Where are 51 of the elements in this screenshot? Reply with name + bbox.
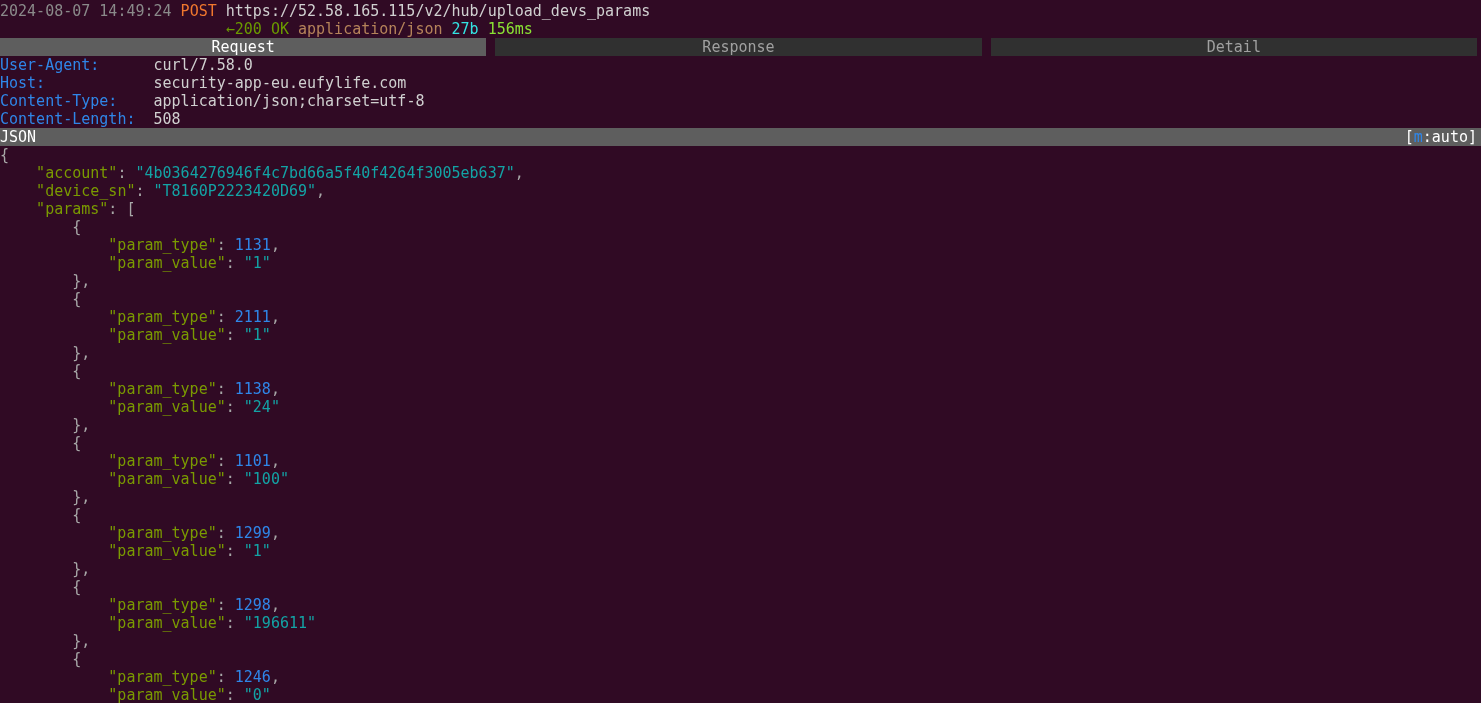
code-line: "param_value": "1"	[108, 254, 271, 272]
code-line: {	[72, 506, 82, 524]
tab[interactable]: Detail	[990, 38, 1477, 56]
code-line: {	[72, 362, 82, 380]
code-line: },	[72, 632, 91, 650]
code-line: "param_value": "0"	[108, 686, 271, 703]
header-value: application/json;charset=utf-8	[153, 92, 425, 110]
timestamp: 2024-08-07 14:49:24	[0, 2, 172, 20]
code-line: },	[72, 272, 91, 290]
code-line: "param_value": "100"	[108, 470, 289, 488]
code-line: "param_type": 1138,	[108, 380, 280, 398]
response-duration: 156ms	[487, 20, 533, 38]
response-status: ←200 OK	[225, 20, 289, 38]
mode-indicator: [m:auto]	[1404, 128, 1477, 146]
code-line: {	[0, 146, 10, 164]
code-line: {	[72, 218, 82, 236]
code-line: },	[72, 560, 91, 578]
header-name: User-Agent:	[0, 56, 101, 74]
header-value: 508	[153, 110, 181, 128]
header-value: curl/7.58.0	[153, 56, 253, 74]
code-line: {	[72, 434, 82, 452]
code-line: "param_value": "1"	[108, 542, 271, 560]
code-line: "param_value": "1"	[108, 326, 271, 344]
code-line: },	[72, 488, 91, 506]
header-name: Host:	[0, 74, 47, 92]
code-line: "param_type": 1131,	[108, 236, 280, 254]
view-title: JSON	[0, 128, 37, 146]
code-line: "param_value": "196611"	[108, 614, 317, 632]
code-line: },	[72, 416, 91, 434]
code-line: {	[72, 290, 82, 308]
response-size: 27b	[451, 20, 479, 38]
code-line: {	[72, 650, 82, 668]
code-line: },	[72, 344, 91, 362]
content-type: application/json	[298, 20, 443, 38]
header-value: security-app-eu.eufylife.com	[153, 74, 407, 92]
code-line: "param_type": 1299,	[108, 524, 280, 542]
tab[interactable]: Request	[0, 38, 487, 56]
header-name: Content-Length:	[0, 110, 137, 128]
request-url: https://52.58.165.115/v2/hub/upload_devs_params	[225, 2, 651, 20]
code-line: "param_value": "24"	[108, 398, 280, 416]
code-line: "params": [	[36, 200, 136, 218]
http-method: POST	[180, 2, 217, 20]
code-line: "param_type": 2111,	[108, 308, 280, 326]
code-line: "device_sn": "T8160P2223420D69",	[36, 182, 326, 200]
code-line: "param_type": 1101,	[108, 452, 280, 470]
code-line: {	[72, 578, 82, 596]
code-line: "account": "4b0364276946f4c7bd66a5f40f4264f3005eb637",	[36, 164, 524, 182]
code-line: "param_type": 1246,	[108, 668, 280, 686]
code-line: "param_type": 1298,	[108, 596, 280, 614]
header-name: Content-Type:	[0, 92, 119, 110]
tab[interactable]: Response	[495, 38, 982, 56]
